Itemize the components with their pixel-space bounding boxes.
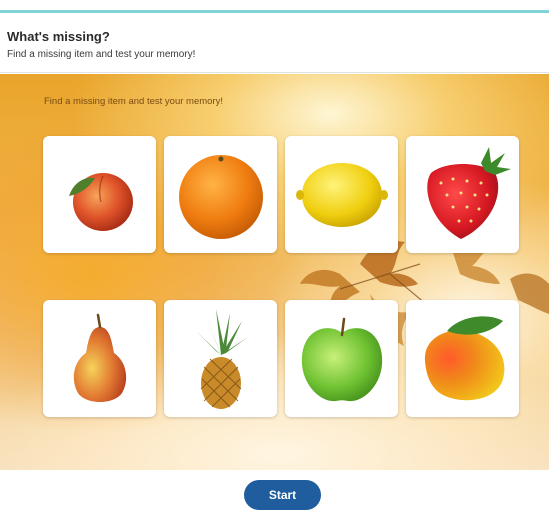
page-subtitle: Find a missing item and test your memory…: [7, 49, 196, 60]
strawberry-icon: [426, 146, 511, 239]
start-button[interactable]: Start: [244, 480, 321, 510]
fruit-card-green-apple[interactable]: [285, 300, 398, 417]
peach-icon: [68, 172, 133, 231]
fruit-card-peach[interactable]: [43, 136, 156, 253]
lemon-icon: [295, 162, 388, 227]
game-stage: Find a missing item and test your memory…: [0, 74, 549, 470]
fruit-card-mango[interactable]: [406, 300, 519, 417]
orange-icon: [178, 154, 263, 239]
fruit-card-lemon[interactable]: [285, 136, 398, 253]
green-apple-icon: [301, 317, 382, 401]
instruction-text: Find a missing item and test your memory…: [44, 96, 223, 107]
activity-header: What's missing? Find a missing item and …: [0, 13, 549, 73]
mango-icon: [424, 315, 504, 400]
page-title: What's missing?: [7, 29, 110, 44]
fruit-card-pear[interactable]: [43, 300, 156, 417]
fruit-card-strawberry[interactable]: [406, 136, 519, 253]
pineapple-icon: [195, 308, 248, 409]
fruit-card-pineapple[interactable]: [164, 300, 277, 417]
pear-icon: [73, 313, 126, 402]
fruit-card-orange[interactable]: [164, 136, 277, 253]
